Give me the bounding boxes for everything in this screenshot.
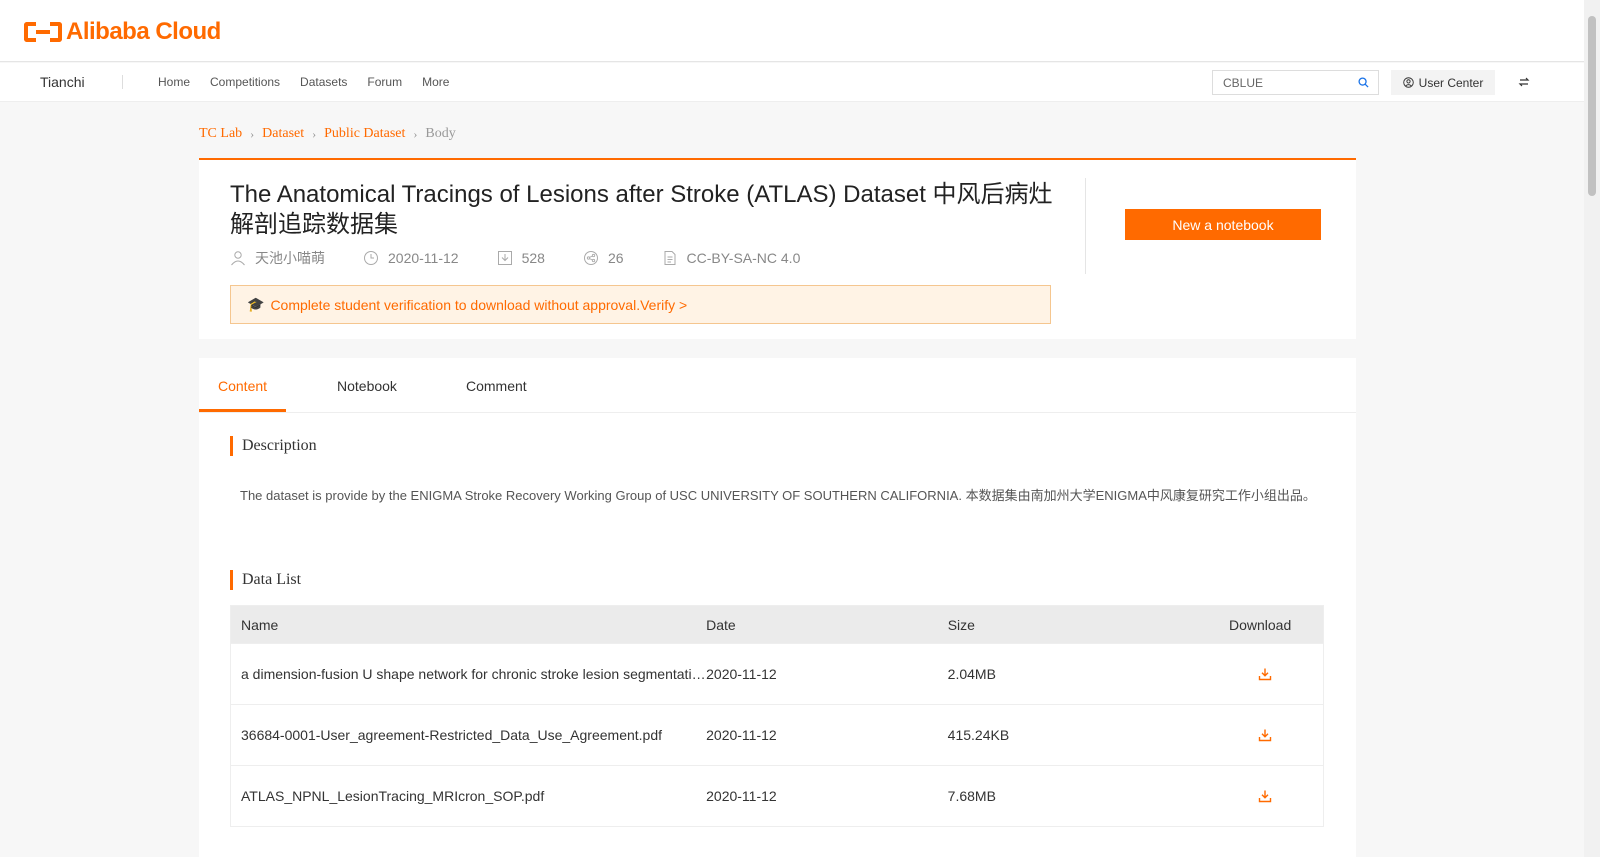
file-size: 2.04MB <box>947 666 996 682</box>
meta-author: 天池小喵萌 <box>230 248 325 268</box>
download-count-icon <box>497 251 512 265</box>
search-value: CBLUE <box>1223 76 1264 90</box>
download-icon[interactable] <box>1258 789 1272 803</box>
active-tab-indicator <box>199 409 286 412</box>
dataset-meta: 天池小喵萌 2020-11-12 528 26 CC-BY-SA-NC 4.0 <box>230 248 838 268</box>
language-switch-icon[interactable] <box>1518 76 1530 88</box>
tab-comment[interactable]: Comment <box>466 378 527 394</box>
meta-shares: 26 <box>583 250 624 266</box>
breadcrumb: TC Lab › Dataset › Public Dataset › Body <box>199 126 456 142</box>
nav-links: Home Competitions Datasets Forum More <box>158 75 469 89</box>
meta-date: 2020-11-12 <box>363 250 459 266</box>
column-date: Date <box>706 616 736 633</box>
chevron-right-icon: › <box>250 126 255 141</box>
dataset-header-card: The Anatomical Tracings of Lesions after… <box>199 158 1356 339</box>
scrollbar[interactable] <box>1584 0 1600 857</box>
column-name: Name <box>241 616 279 633</box>
table-row: ATLAS_NPNL_LesionTracing_MRIcron_SOP.pdf… <box>231 765 1323 826</box>
brand-tianchi[interactable]: Tianchi <box>40 74 85 90</box>
search-icon[interactable] <box>1358 77 1369 88</box>
nav-home[interactable]: Home <box>158 75 190 89</box>
share-count: 26 <box>607 250 624 266</box>
nav-bar: Tianchi Home Competitions Datasets Forum… <box>0 63 1584 102</box>
data-list-heading: Data List <box>230 570 301 590</box>
nav-forum[interactable]: Forum <box>367 75 402 89</box>
graduation-cap-icon: 🎓 <box>247 296 265 312</box>
alibaba-cloud-logo[interactable]: Alibaba Cloud <box>24 18 221 46</box>
nav-divider <box>122 75 123 89</box>
dataset-title: The Anatomical Tracings of Lesions after… <box>230 181 1053 238</box>
meta-license: CC-BY-SA-NC 4.0 <box>662 250 801 266</box>
download-icon[interactable] <box>1258 667 1272 681</box>
file-name: ATLAS_NPNL_LesionTracing_MRIcron_SOP.pdf <box>241 788 545 804</box>
breadcrumb-tc-lab[interactable]: TC Lab <box>199 126 242 142</box>
user-icon <box>231 251 245 266</box>
tab-content[interactable]: Content <box>218 378 267 394</box>
nav-datasets[interactable]: Datasets <box>300 75 347 89</box>
column-download: Download <box>1228 616 1292 633</box>
file-size: 7.68MB <box>947 788 996 804</box>
student-verification-notice[interactable]: 🎓 Complete student verification to downl… <box>230 285 1051 324</box>
alibaba-logo-icon <box>24 19 62 45</box>
breadcrumb-current: Body <box>425 126 456 141</box>
user-icon <box>1402 77 1414 88</box>
description-text: The dataset is provide by the ENIGMA Str… <box>240 488 1316 503</box>
clock-icon <box>364 251 378 265</box>
share-icon <box>583 251 598 265</box>
table-row: 36684-0001-User_agreement-Restricted_Dat… <box>231 704 1323 765</box>
file-size: 415.24KB <box>947 727 1010 743</box>
tabs: Content Notebook Comment <box>199 358 1356 413</box>
file-name: a dimension-fusion U shape network for c… <box>241 666 707 682</box>
download-icon[interactable] <box>1258 728 1272 742</box>
user-center-button[interactable]: User Center <box>1391 70 1495 95</box>
data-list-table: Name Date Size Download a dimension-fusi… <box>230 605 1324 827</box>
publish-date: 2020-11-12 <box>388 250 459 266</box>
header-divider <box>1085 178 1086 274</box>
table-row: a dimension-fusion U shape network for c… <box>231 643 1323 704</box>
file-date: 2020-11-12 <box>706 727 777 743</box>
download-cell <box>1197 789 1323 803</box>
tab-notebook[interactable]: Notebook <box>337 378 397 394</box>
license: CC-BY-SA-NC 4.0 <box>686 250 801 266</box>
column-size: Size <box>947 616 975 633</box>
nav-more[interactable]: More <box>422 75 449 89</box>
download-cell <box>1197 667 1323 681</box>
top-bar: Alibaba Cloud <box>0 0 1584 62</box>
file-date: 2020-11-12 <box>706 788 777 804</box>
document-icon <box>664 251 676 265</box>
file-date: 2020-11-12 <box>706 666 777 682</box>
search-input[interactable]: CBLUE <box>1212 70 1379 95</box>
scrollbar-thumb[interactable] <box>1588 16 1596 196</box>
breadcrumb-dataset[interactable]: Dataset <box>262 126 304 142</box>
content-card: Content Notebook Comment Description The… <box>199 358 1356 857</box>
logo-text: Alibaba Cloud <box>66 18 221 45</box>
author-name[interactable]: 天池小喵萌 <box>255 248 325 268</box>
breadcrumb-public-dataset[interactable]: Public Dataset <box>324 126 405 142</box>
description-heading: Description <box>230 436 317 456</box>
table-header: Name Date Size Download <box>231 606 1323 643</box>
download-count: 528 <box>521 250 545 266</box>
chevron-right-icon: › <box>312 126 317 141</box>
notice-text[interactable]: Complete student verification to downloa… <box>270 297 687 313</box>
file-name: 36684-0001-User_agreement-Restricted_Dat… <box>241 727 663 743</box>
new-notebook-button[interactable]: New a notebook <box>1125 209 1321 240</box>
user-center-label: User Center <box>1418 75 1484 90</box>
chevron-right-icon: › <box>413 126 418 141</box>
meta-downloads: 528 <box>497 250 545 266</box>
nav-competitions[interactable]: Competitions <box>210 75 280 89</box>
download-cell <box>1197 728 1323 742</box>
